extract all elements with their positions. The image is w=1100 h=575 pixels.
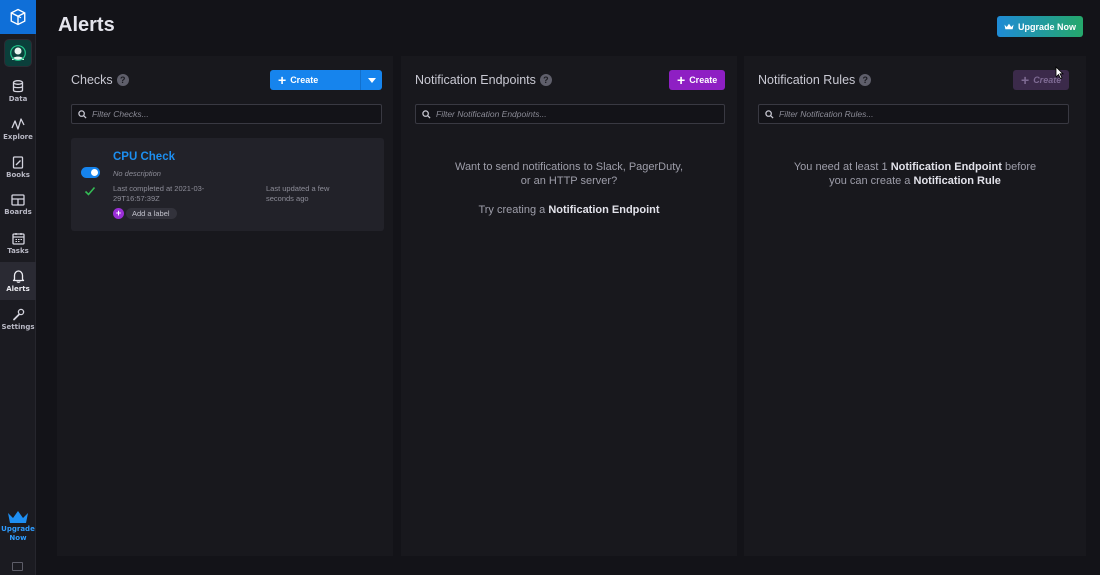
endpoints-title: Notification Endpoints <box>415 73 536 87</box>
last-updated-line1: Last updated a few <box>266 184 330 193</box>
sidebar-item-tasks[interactable]: Tasks <box>0 224 36 262</box>
dashboard-icon <box>11 194 25 206</box>
empty-line2: or an HTTP server? <box>520 175 618 187</box>
wrench-icon <box>12 308 24 320</box>
sidebar-item-data[interactable]: Data <box>0 72 36 110</box>
create-check-main[interactable]: + Create <box>270 73 356 87</box>
avatar <box>4 39 32 67</box>
endpoints-column: Notification Endpoints ? + Create Want t… <box>401 56 737 556</box>
sidebar-item-label: Explore <box>3 132 33 141</box>
rules-header: Notification Rules ? <box>758 73 872 87</box>
sidebar-item-label: Data <box>8 94 28 103</box>
last-updated-line2: seconds ago <box>266 194 309 203</box>
checkmark-icon <box>84 186 96 196</box>
influx-logo[interactable] <box>0 0 36 34</box>
empty-suffix: before <box>1004 161 1037 173</box>
check-card[interactable]: CPU Check No description Last completed … <box>71 138 384 231</box>
user-icon <box>10 45 26 61</box>
plus-icon: + <box>677 72 686 88</box>
checks-title: Checks <box>71 73 113 87</box>
search-icon <box>78 109 87 119</box>
plus-icon: + <box>1021 72 1030 88</box>
checks-header: Checks ? <box>71 73 129 87</box>
create-check-dropdown[interactable] <box>360 70 382 90</box>
help-icon[interactable]: ? <box>859 74 872 86</box>
sidebar-item-label: Alerts <box>6 285 30 293</box>
try-prefix: Try creating a <box>478 204 546 216</box>
create-label: Create <box>689 75 718 85</box>
sidebar-item-alerts[interactable]: Alerts <box>0 262 36 300</box>
caret-down-icon <box>367 77 376 83</box>
upgrade-now-label: Upgrade Now <box>1017 21 1076 32</box>
crown-icon <box>1004 23 1014 30</box>
empty-bold2: Notification Rule <box>913 175 1001 187</box>
sidebar-upgrade-now[interactable]: Upgrade Now <box>0 510 36 542</box>
sidebar-item-settings[interactable]: Settings <box>0 300 36 338</box>
empty-bold1: Notification Endpoint <box>890 161 1002 173</box>
search-icon <box>765 109 774 119</box>
endpoints-empty-message: Want to send notifications to Slack, Pag… <box>401 160 737 188</box>
upgrade-label-line1: Upgrade <box>1 525 35 533</box>
create-label: Create <box>290 75 319 85</box>
sidebar-item-label: Tasks <box>7 246 29 255</box>
sidebar-item-boards[interactable]: Boards <box>0 186 36 224</box>
sidebar-item-label: Settings <box>1 322 35 331</box>
checks-column: Checks ? + Create Filter Checks... CPU C… <box>57 56 393 556</box>
crown-icon <box>8 511 28 523</box>
sidebar-item-label: Boards <box>4 208 32 216</box>
last-completed-line2: 29T16:57:39Z <box>113 194 160 203</box>
sidebar-item-books[interactable]: Books <box>0 148 36 186</box>
empty-prefix: You need at least 1 <box>793 161 888 173</box>
upgrade-label-line2: Now <box>9 534 27 542</box>
check-last-completed: Last completed at 2021-03- 29T16:57:39Z <box>113 184 233 204</box>
user-avatar-button[interactable] <box>0 34 36 72</box>
add-label-button[interactable]: + Add a label <box>113 208 177 219</box>
filter-checks-input[interactable] <box>71 104 382 124</box>
check-description[interactable]: No description <box>113 169 161 178</box>
filter-rules-input[interactable] <box>758 104 1069 124</box>
empty-line1: Want to send notifications to Slack, Pag… <box>454 161 684 173</box>
help-icon[interactable]: ? <box>116 74 129 86</box>
sidebar-collapse-icon[interactable] <box>12 562 23 571</box>
search-icon <box>422 109 431 119</box>
check-enabled-toggle[interactable] <box>81 167 100 178</box>
create-check-button[interactable]: + Create <box>270 70 382 90</box>
rules-empty-line1: You need at least 1 Notification Endpoin… <box>744 160 1086 174</box>
rules-empty-message: You need at least 1 Notification Endpoin… <box>744 160 1086 188</box>
explore-graph-icon <box>11 117 25 130</box>
mouse-cursor-icon <box>1055 66 1064 79</box>
plus-circle-icon: + <box>113 208 124 219</box>
filter-endpoints-field[interactable] <box>436 109 708 119</box>
sidebar: Data Explore Books Boards Tasks Alerts S… <box>0 0 36 575</box>
cube-logo-icon <box>10 8 26 26</box>
filter-rules-field[interactable] <box>779 109 1052 119</box>
bell-icon <box>12 270 24 283</box>
sidebar-item-label: Books <box>6 170 30 179</box>
database-icon <box>12 79 24 92</box>
endpoints-header: Notification Endpoints ? <box>415 73 552 87</box>
add-label-text: Add a label <box>126 208 177 219</box>
empty-line2-prefix: you can create a <box>829 175 911 187</box>
notebook-icon <box>12 155 24 169</box>
endpoints-try-message: Try creating a Notification Endpoint <box>401 203 737 217</box>
help-icon[interactable]: ? <box>539 74 552 86</box>
upgrade-now-button[interactable]: Upgrade Now <box>997 16 1083 37</box>
app: Data Explore Books Boards Tasks Alerts S… <box>0 0 1100 575</box>
check-name-link[interactable]: CPU Check <box>113 151 175 163</box>
sidebar-item-explore[interactable]: Explore <box>0 110 36 148</box>
filter-endpoints-input[interactable] <box>415 104 725 124</box>
page-title: Alerts <box>58 14 115 36</box>
rules-column: Notification Rules ? + Create You need a… <box>744 56 1086 556</box>
plus-icon: + <box>278 72 287 88</box>
create-endpoint-button[interactable]: + Create <box>669 70 726 90</box>
try-bold: Notification Endpoint <box>548 204 660 216</box>
check-last-updated: Last updated a few seconds ago <box>266 184 386 204</box>
last-completed-line1: Last completed at 2021-03- <box>113 184 205 193</box>
rules-empty-line2: you can create a Notification Rule <box>744 174 1086 188</box>
rules-title: Notification Rules <box>758 73 856 87</box>
calendar-icon <box>11 232 25 245</box>
filter-checks-field[interactable] <box>92 109 365 119</box>
